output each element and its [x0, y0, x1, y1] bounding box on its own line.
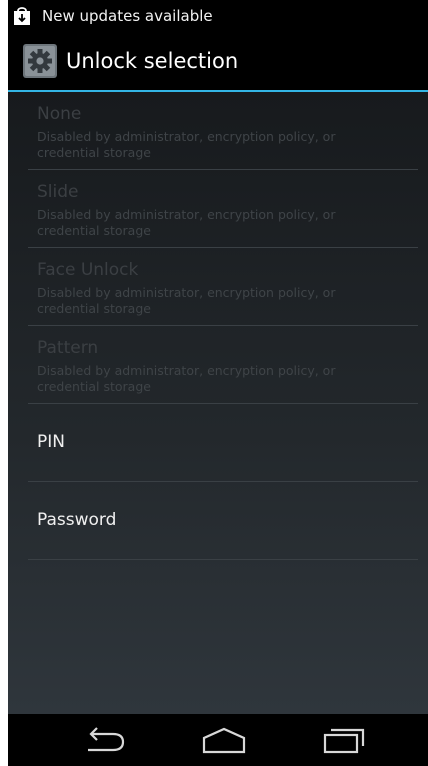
option-title: Face Unlock — [37, 260, 139, 280]
action-bar: Unlock selection — [8, 32, 428, 90]
recent-apps-icon — [323, 728, 365, 754]
shopping-bag-download-icon — [14, 7, 30, 25]
recent-apps-button[interactable] — [304, 714, 384, 766]
option-summary: Disabled by administrator, encryption po… — [37, 129, 336, 160]
home-button[interactable] — [184, 714, 264, 766]
back-button[interactable] — [64, 714, 144, 766]
notification-text: New updates available — [42, 7, 213, 25]
option-title: Pattern — [37, 338, 99, 358]
option-title: Slide — [37, 182, 79, 202]
settings-gear-icon[interactable] — [23, 44, 57, 78]
option-none: None Disabled by administrator, encrypti… — [28, 92, 418, 170]
unlock-options-list: None Disabled by administrator, encrypti… — [8, 92, 428, 714]
option-title: PIN — [37, 432, 65, 452]
option-summary: Disabled by administrator, encryption po… — [37, 285, 336, 316]
back-arrow-icon — [88, 727, 125, 752]
option-summary: Disabled by administrator, encryption po… — [37, 363, 336, 394]
home-icon — [202, 727, 246, 754]
option-slide: Slide Disabled by administrator, encrypt… — [28, 170, 418, 248]
page-title: Unlock selection — [66, 49, 239, 73]
option-title: None — [37, 104, 82, 124]
status-bar: New updates available — [8, 0, 428, 32]
option-title: Password — [37, 510, 117, 530]
option-face-unlock: Face Unlock Disabled by administrator, e… — [28, 248, 418, 326]
option-pin[interactable]: PIN — [28, 404, 418, 482]
phone-screen: New updates available Unlock selection N… — [8, 0, 428, 766]
option-summary: Disabled by administrator, encryption po… — [37, 207, 336, 238]
option-pattern: Pattern Disabled by administrator, encry… — [28, 326, 418, 404]
navigation-bar — [8, 714, 428, 766]
option-password[interactable]: Password — [28, 482, 418, 560]
